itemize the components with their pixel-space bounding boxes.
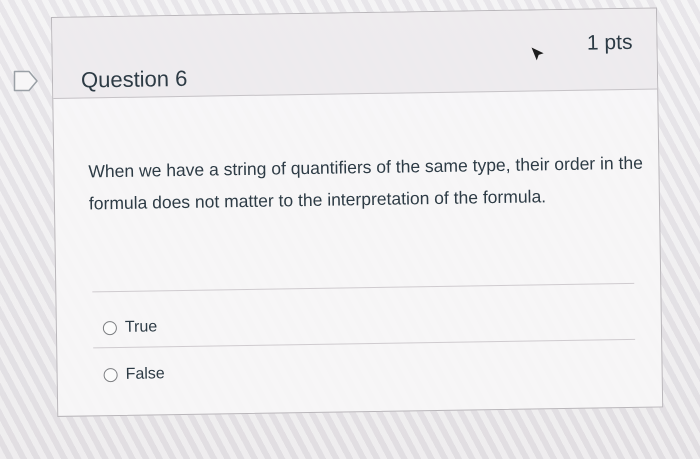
- question-title: Question 6: [80, 65, 188, 93]
- mouse-cursor-icon: [531, 47, 544, 61]
- radio-button-icon[interactable]: [103, 367, 118, 383]
- points-label: 1 pts: [586, 30, 633, 55]
- answer-true[interactable]: True: [102, 318, 158, 337]
- answer-divider: [92, 282, 635, 293]
- question-header: Question 6 1 pts: [52, 8, 658, 99]
- flag-question-icon[interactable]: [13, 70, 39, 92]
- question-text: When we have a string of quantifiers of …: [88, 152, 643, 214]
- question-card: Question 6 1 pts When we have a string o…: [51, 7, 664, 417]
- answer-label-true: True: [124, 318, 158, 336]
- answer-false[interactable]: False: [103, 365, 165, 384]
- answer-divider: [93, 338, 636, 349]
- radio-button-icon[interactable]: [102, 321, 118, 336]
- answer-label-false: False: [125, 365, 165, 383]
